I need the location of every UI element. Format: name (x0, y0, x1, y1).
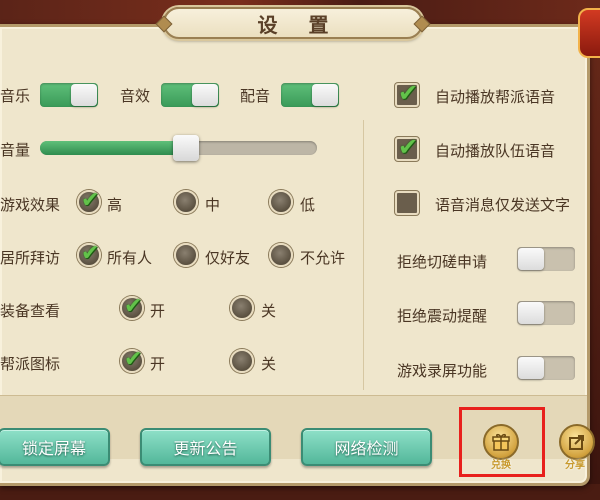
equip-view-on-radio[interactable]: ✔ (120, 294, 144, 320)
auto-play-guild-voice-label: 自动播放帮派语音 (435, 88, 556, 106)
equip-view-on-label: 开 (150, 302, 166, 320)
refuse-vibration-toggle[interactable] (517, 301, 575, 325)
voice-text-only-label: 语音消息仅发送文字 (435, 196, 571, 214)
home-visit-everyone-radio[interactable]: ✔ (77, 241, 101, 267)
music-label: 音乐 (0, 87, 31, 105)
equip-view-off-radio[interactable] (230, 296, 254, 320)
check-icon: ✔ (124, 347, 143, 372)
volume-slider-thumb[interactable] (173, 135, 199, 161)
check-icon: ✔ (124, 294, 143, 319)
guild-icon-on-label: 开 (150, 355, 166, 373)
network-check-button[interactable]: 网络检测 (301, 428, 432, 466)
guild-icon-off-radio[interactable] (230, 349, 254, 373)
volume-slider[interactable] (40, 135, 317, 161)
check-icon: ✔ (398, 79, 419, 107)
game-effect-low-radio[interactable] (269, 190, 293, 214)
game-effect-high-label: 高 (107, 196, 123, 214)
game-background-bottom (0, 484, 600, 500)
gift-icon-glyph (492, 433, 510, 451)
screen-record-toggle[interactable] (517, 356, 575, 380)
redeem-caption: 兑换 (491, 460, 511, 471)
equip-view-off-label: 关 (261, 302, 277, 320)
home-visit-friends-radio[interactable] (174, 243, 198, 267)
auto-play-guild-voice-checkbox[interactable]: ✔ (395, 79, 419, 107)
share-icon-glyph (569, 435, 584, 450)
home-visit-label: 居所拜访 (0, 249, 61, 267)
game-effect-mid-radio[interactable] (174, 190, 198, 214)
game-effect-mid-label: 中 (205, 196, 221, 214)
close-button[interactable] (578, 8, 600, 58)
voice-toggle[interactable] (281, 83, 339, 107)
refuse-duel-toggle[interactable] (517, 247, 575, 271)
home-visit-friends-label: 仅好友 (205, 249, 251, 267)
column-divider (363, 120, 364, 390)
title-plaque: 设 置 (163, 7, 423, 39)
share-icon[interactable] (559, 424, 595, 460)
equip-view-label: 装备查看 (0, 302, 61, 320)
guild-icon-off-label: 关 (261, 355, 277, 373)
refuse-vibration-label: 拒绝震动提醒 (397, 307, 488, 325)
guild-icon-on-radio[interactable]: ✔ (120, 347, 144, 373)
sfx-label: 音效 (120, 87, 151, 105)
lock-screen-button[interactable]: 锁定屏幕 (0, 428, 110, 466)
voice-label: 配音 (240, 87, 271, 105)
music-toggle[interactable] (40, 83, 98, 107)
home-visit-everyone-label: 所有人 (107, 249, 153, 267)
screen-record-label: 游戏录屏功能 (397, 362, 488, 380)
auto-play-team-voice-label: 自动播放队伍语音 (435, 142, 556, 160)
voice-text-only-checkbox[interactable] (395, 191, 419, 215)
check-icon: ✔ (398, 133, 419, 161)
volume-label: 音量 (0, 141, 31, 159)
share-caption: 分享 (565, 460, 585, 471)
update-notice-button[interactable]: 更新公告 (140, 428, 271, 466)
volume-slider-fill (40, 141, 186, 155)
game-effect-high-radio[interactable]: ✔ (77, 188, 101, 214)
settings-title: 设 置 (257, 12, 341, 37)
home-visit-none-radio[interactable] (269, 243, 293, 267)
guild-icon-label: 帮派图标 (0, 355, 61, 373)
check-icon: ✔ (81, 241, 100, 266)
auto-play-team-voice-checkbox[interactable]: ✔ (395, 133, 419, 161)
sfx-toggle[interactable] (161, 83, 219, 107)
check-icon: ✔ (81, 188, 100, 213)
home-visit-none-label: 不允许 (300, 249, 346, 267)
game-effect-label: 游戏效果 (0, 196, 61, 214)
gift-icon[interactable] (483, 424, 519, 460)
game-effect-low-label: 低 (300, 196, 316, 214)
refuse-duel-label: 拒绝切磋申请 (397, 253, 488, 271)
